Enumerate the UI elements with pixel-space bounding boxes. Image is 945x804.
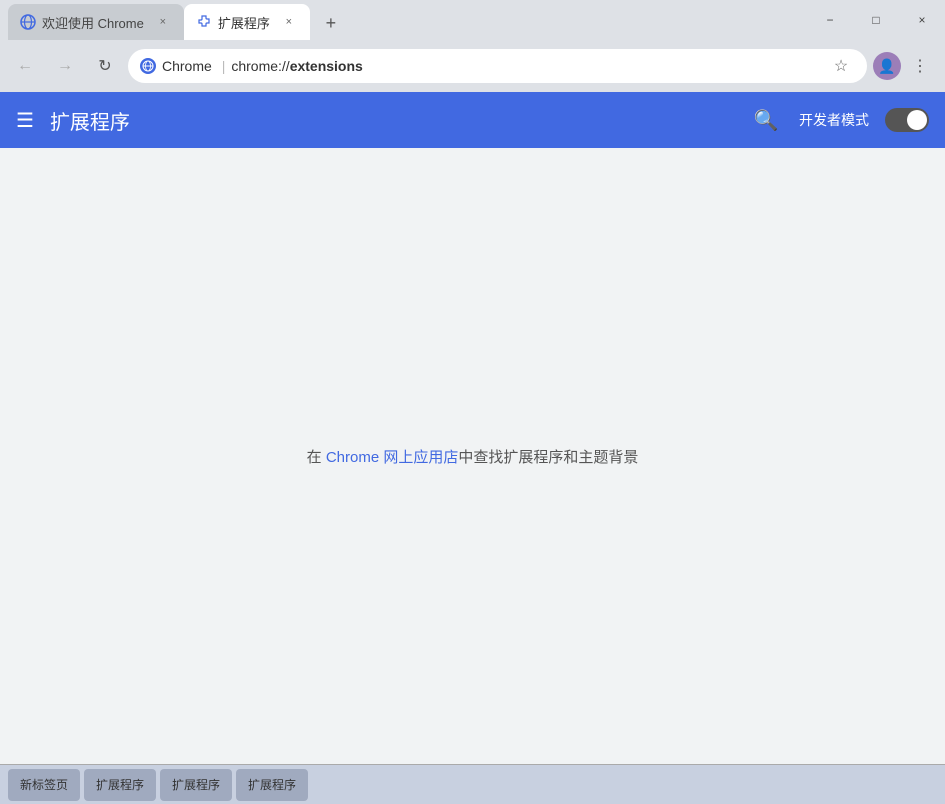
dev-mode-toggle[interactable]: [885, 108, 929, 132]
hamburger-menu-icon[interactable]: ☰: [16, 108, 34, 133]
minimize-button[interactable]: −: [807, 0, 853, 40]
link-suffix: 中查找扩展程序和主题背景: [458, 449, 638, 466]
profile-icon: 👤: [878, 58, 895, 75]
new-tab-button[interactable]: +: [314, 6, 348, 40]
taskbar-label-2: 扩展程序: [172, 776, 220, 793]
close-button[interactable]: ×: [899, 0, 945, 40]
tabs-container: 欢迎使用 Chrome × 扩展程序 × +: [0, 0, 945, 40]
window-controls: − □ ×: [807, 0, 945, 40]
toolbar-right: 👤 ⋮: [873, 49, 937, 83]
profile-button[interactable]: 👤: [873, 52, 901, 80]
extensions-page-title: 扩展程序: [50, 106, 733, 135]
tab-label-welcome: 欢迎使用 Chrome: [42, 13, 144, 32]
taskbar-label-1: 扩展程序: [96, 776, 144, 793]
globe-icon: [142, 60, 154, 72]
tab-label-extensions: 扩展程序: [218, 13, 270, 32]
dev-mode-label: 开发者模式: [799, 110, 869, 130]
toggle-knob: [907, 110, 927, 130]
address-site-name: Chrome |chrome://extensions: [162, 58, 821, 74]
taskbar-item-0[interactable]: 新标签页: [8, 769, 80, 801]
extensions-header: ☰ 扩展程序 🔍 开发者模式: [0, 92, 945, 148]
tab-icon-globe: [20, 14, 36, 30]
taskbar-item-2[interactable]: 扩展程序: [160, 769, 232, 801]
webstore-link-text: 在 Chrome 网上应用店中查找扩展程序和主题背景: [307, 446, 639, 467]
reload-button[interactable]: ↻: [88, 49, 122, 83]
webstore-link[interactable]: Chrome 网上应用店: [326, 449, 459, 466]
address-divider: |: [222, 58, 226, 74]
tab-icon-puzzle: [196, 14, 212, 30]
menu-button[interactable]: ⋮: [903, 49, 937, 83]
tab-extensions[interactable]: 扩展程序 ×: [184, 4, 310, 40]
taskbar: 新标签页 扩展程序 扩展程序 扩展程序: [0, 764, 945, 804]
address-bar[interactable]: Chrome |chrome://extensions ☆: [128, 49, 867, 83]
main-content: 在 Chrome 网上应用店中查找扩展程序和主题背景: [0, 148, 945, 764]
tab-welcome[interactable]: 欢迎使用 Chrome ×: [8, 4, 184, 40]
taskbar-label-3: 扩展程序: [248, 776, 296, 793]
tab-close-extensions[interactable]: ×: [280, 13, 298, 31]
browser-window: 欢迎使用 Chrome × 扩展程序 × + − □ × ← → ↻: [0, 0, 945, 804]
bookmark-star-button[interactable]: ☆: [827, 52, 855, 80]
maximize-button[interactable]: □: [853, 0, 899, 40]
title-bar: 欢迎使用 Chrome × 扩展程序 × + − □ ×: [0, 0, 945, 40]
address-bar-row: ← → ↻ Chrome |chrome://extensions ☆ 👤 ⋮: [0, 40, 945, 92]
forward-button[interactable]: →: [48, 49, 82, 83]
link-prefix: 在: [307, 449, 326, 466]
taskbar-label-0: 新标签页: [20, 776, 68, 793]
taskbar-item-1[interactable]: 扩展程序: [84, 769, 156, 801]
search-button[interactable]: 🔍: [749, 103, 783, 137]
address-favicon: [140, 58, 156, 74]
tab-close-welcome[interactable]: ×: [154, 13, 172, 31]
taskbar-item-3[interactable]: 扩展程序: [236, 769, 308, 801]
back-button[interactable]: ←: [8, 49, 42, 83]
